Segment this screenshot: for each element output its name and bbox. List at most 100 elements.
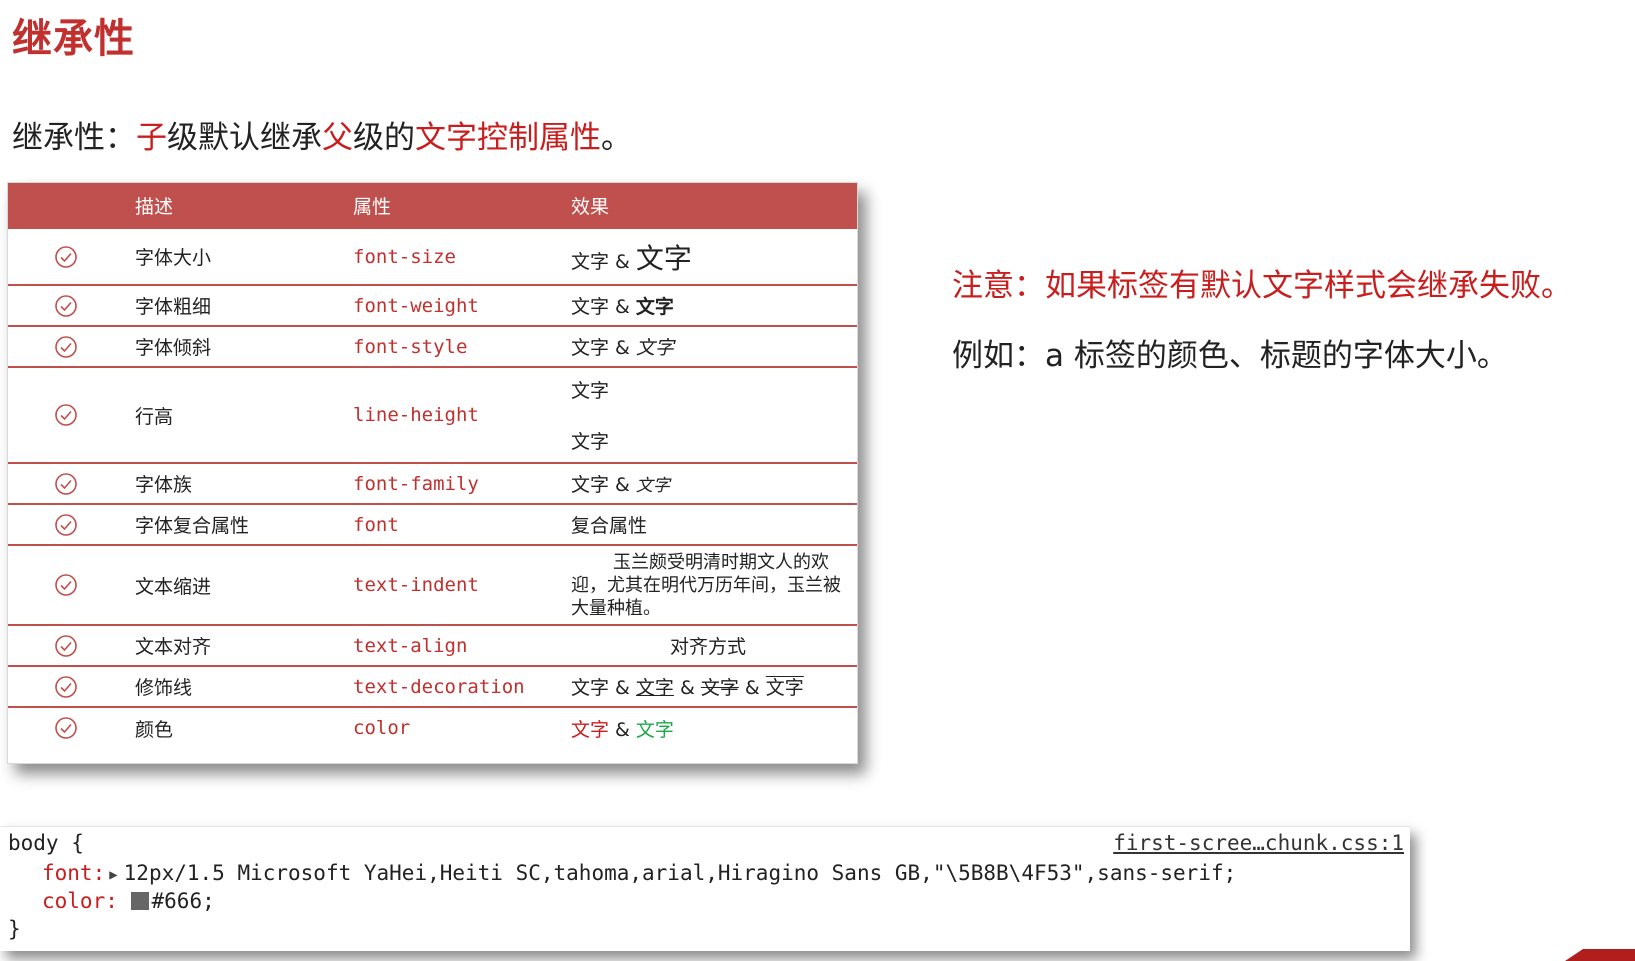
- example-sep: &: [609, 718, 636, 741]
- example-sep: &: [609, 677, 636, 699]
- css-property-value[interactable]: 12px/1.5 Microsoft YaHei,Heiti SC,tahoma…: [124, 861, 1237, 885]
- page-title: 继承性: [12, 16, 135, 62]
- intro-highlight: 父: [322, 120, 353, 156]
- check-cell: [8, 624, 123, 666]
- css-rule-color: color: #666;: [42, 889, 215, 913]
- example-text: 文字 &: [571, 474, 636, 496]
- check-circle-icon: [54, 513, 78, 537]
- intro-part: 。: [601, 120, 632, 156]
- example-text: 文字 &: [571, 250, 636, 273]
- intro-part: 继承性：: [12, 120, 136, 156]
- triangle-right-icon[interactable]: ▶: [109, 867, 117, 883]
- example-family: 文字: [635, 476, 670, 496]
- example-line: 文字: [571, 431, 610, 453]
- stylesheet-source-link[interactable]: first-scree…chunk.css:1: [1113, 831, 1404, 855]
- intro-highlight: 子: [136, 120, 167, 156]
- row-prop: text-indent: [341, 544, 559, 625]
- example-text: 文字: [571, 677, 610, 699]
- row-example: 文字 & 文字: [559, 325, 857, 367]
- table-row: 行高 line-height 文字 文字: [8, 366, 857, 463]
- table-row: 字体复合属性 font 复合属性: [8, 503, 857, 545]
- example-text-line: 例如：a 标签的颜色、标题的字体大小。: [952, 338, 1508, 374]
- example-big: 文字: [635, 241, 692, 275]
- table-row: 颜色 color 文字 & 文字: [8, 706, 857, 748]
- check-cell: [8, 544, 123, 625]
- css-property-name[interactable]: font:: [42, 861, 105, 885]
- check-circle-icon: [54, 573, 78, 597]
- example-underline: 文字: [635, 677, 674, 699]
- row-prop: text-align: [341, 624, 559, 666]
- row-prop: font-style: [341, 325, 559, 367]
- table-row: 文本缩进 text-indent 玉兰颇受明清时期文人的欢迎，尤其在明代万历年间…: [8, 544, 857, 625]
- table-header-prop: 属性: [341, 183, 559, 228]
- row-prop: font-weight: [341, 284, 559, 326]
- corner-decoration: [1565, 949, 1635, 961]
- row-prop: text-decoration: [341, 665, 559, 707]
- intro-text: 继承性：子级默认继承父级的文字控制属性。: [12, 112, 632, 157]
- example-sep: &: [673, 677, 701, 699]
- row-prop: line-height: [341, 366, 559, 463]
- row-desc: 字体复合属性: [123, 503, 341, 545]
- row-desc: 字体大小: [123, 227, 341, 285]
- css-close-brace: }: [8, 917, 21, 941]
- check-cell: [8, 366, 123, 463]
- row-example: 文字 & 文字: [559, 706, 857, 748]
- check-circle-icon: [54, 335, 78, 359]
- row-example: 文字 & 文字: [559, 284, 857, 326]
- row-example-indent: 玉兰颇受明清时期文人的欢迎，尤其在明代万历年间，玉兰被大量种植。: [559, 544, 857, 625]
- row-example: 文字 & 文字: [559, 227, 857, 285]
- intro-part: 级的: [353, 120, 415, 156]
- check-circle-icon: [54, 294, 78, 318]
- css-property-name[interactable]: color:: [42, 889, 118, 913]
- example-bold: 文字: [635, 296, 674, 318]
- row-desc: 修饰线: [123, 665, 341, 707]
- row-desc: 行高: [123, 366, 341, 463]
- css-selector: body {: [8, 831, 84, 855]
- check-cell: [8, 665, 123, 707]
- example-red: 文字: [571, 718, 610, 741]
- row-example: 文字 & 文字 & 文字 & 文字: [559, 665, 857, 707]
- check-circle-icon: [54, 403, 78, 427]
- check-cell: [8, 462, 123, 504]
- row-example: 文字 & 文字: [559, 462, 857, 504]
- row-prop: color: [341, 706, 559, 748]
- example-text: 文字 &: [571, 337, 636, 359]
- example-linethrough: 文字: [700, 677, 739, 699]
- check-circle-icon: [54, 472, 78, 496]
- note-text: 注意：如果标签有默认文字样式会继承失败。: [952, 268, 1572, 304]
- row-desc: 文本对齐: [123, 624, 341, 666]
- row-desc: 文本缩进: [123, 544, 341, 625]
- check-cell: [8, 325, 123, 367]
- check-cell: [8, 706, 123, 748]
- example-text: 文字 &: [571, 296, 636, 318]
- table-header-row: 描述 属性 效果: [8, 183, 857, 228]
- devtools-style-panel: body { first-scree…chunk.css:1 font: ▶ 12p…: [0, 826, 1410, 951]
- row-desc: 字体粗细: [123, 284, 341, 326]
- table-header-cell: [8, 183, 123, 228]
- css-rule-font: font: ▶ 12px/1.5 Microsoft YaHei,Heiti SC,…: [42, 861, 1236, 885]
- check-circle-icon: [54, 716, 78, 740]
- check-circle-icon: [54, 675, 78, 699]
- row-desc: 字体倾斜: [123, 325, 341, 367]
- table-row: 字体族 font-family 文字 & 文字: [8, 462, 857, 504]
- example-overline: 文字: [765, 677, 804, 699]
- color-swatch[interactable]: [130, 892, 149, 910]
- table-row: 字体大小 font-size 文字 & 文字: [8, 227, 857, 285]
- row-example: 对齐方式: [559, 624, 857, 666]
- table-header-desc: 描述: [123, 183, 341, 228]
- example-sep: &: [738, 677, 766, 699]
- row-example: 文字 文字: [559, 366, 857, 463]
- table-row: 文本对齐 text-align 对齐方式: [8, 624, 857, 666]
- intro-part: 级默认继承: [167, 120, 322, 156]
- row-desc: 字体族: [123, 462, 341, 504]
- row-prop: font-family: [341, 462, 559, 504]
- table-row: 字体粗细 font-weight 文字 & 文字: [8, 284, 857, 326]
- table-header-effect: 效果: [559, 183, 857, 228]
- check-circle-icon: [54, 634, 78, 658]
- check-cell: [8, 284, 123, 326]
- table-row: 修饰线 text-decoration 文字 & 文字 & 文字 & 文字: [8, 665, 857, 707]
- example-green: 文字: [635, 718, 674, 741]
- css-property-value[interactable]: #666;: [152, 889, 215, 913]
- check-cell: [8, 503, 123, 545]
- check-circle-icon: [54, 245, 78, 269]
